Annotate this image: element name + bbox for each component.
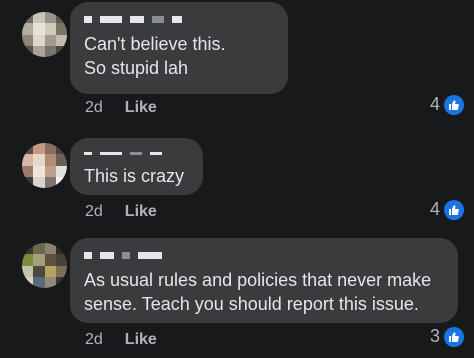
- comment-text: Can't believe this. So stupid lah: [84, 34, 226, 78]
- timestamp[interactable]: 2d: [85, 331, 103, 349]
- reaction-summary[interactable]: 4: [430, 94, 464, 115]
- comment-bubble: Can't believe this. So stupid lah: [70, 2, 288, 94]
- reaction-summary[interactable]: 4: [430, 199, 464, 220]
- like-button[interactable]: Like: [125, 203, 157, 221]
- reaction-count: 3: [429, 326, 440, 346]
- author-name-redacted[interactable]: [84, 148, 189, 158]
- comment-actions: 2d Like: [85, 331, 157, 349]
- comment-actions: 2d Like: [85, 99, 157, 117]
- comment-text: As usual rules and policies that never m…: [84, 270, 432, 314]
- avatar[interactable]: [22, 12, 67, 57]
- thumbs-up-icon: [444, 326, 464, 347]
- comment-actions: 2d Like: [85, 203, 157, 221]
- comment-text: This is crazy: [84, 166, 185, 186]
- like-button[interactable]: Like: [125, 99, 157, 117]
- avatar[interactable]: [22, 243, 67, 288]
- avatar[interactable]: [22, 143, 67, 188]
- author-name-redacted[interactable]: [84, 250, 444, 260]
- reaction-count: 4: [429, 199, 440, 219]
- reaction-summary[interactable]: 3: [430, 326, 464, 347]
- like-button[interactable]: Like: [125, 331, 157, 349]
- timestamp[interactable]: 2d: [85, 99, 103, 117]
- reaction-count: 4: [429, 94, 440, 114]
- thumbs-up-icon: [444, 94, 464, 115]
- comment-bubble: This is crazy: [70, 138, 203, 195]
- timestamp[interactable]: 2d: [85, 203, 103, 221]
- author-name-redacted[interactable]: [84, 14, 274, 24]
- comment-bubble: As usual rules and policies that never m…: [70, 238, 458, 323]
- thumbs-up-icon: [444, 199, 464, 220]
